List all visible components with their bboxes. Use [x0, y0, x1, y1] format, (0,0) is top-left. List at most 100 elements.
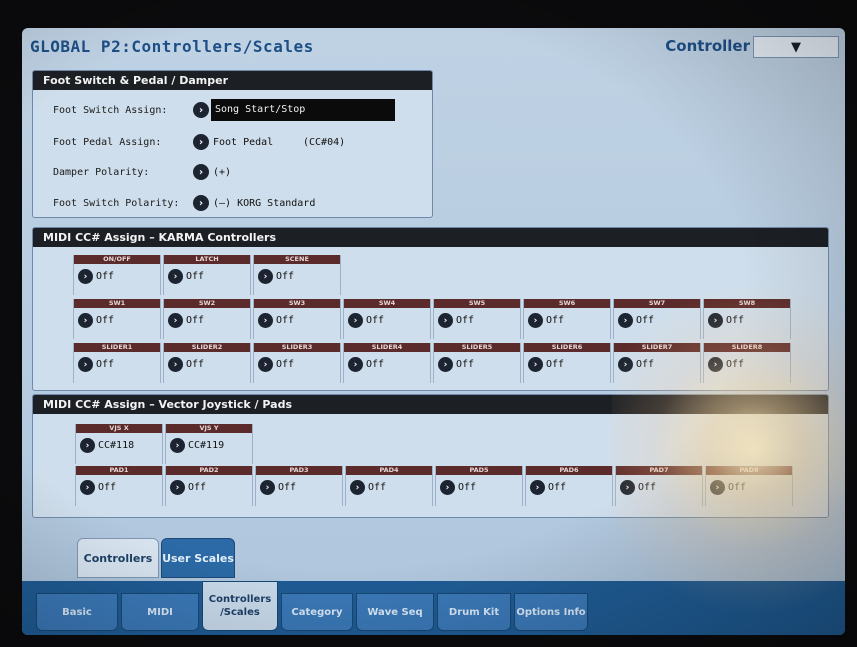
tab-options-info[interactable]: Options Info [514, 593, 588, 631]
arrow-right-icon: › [193, 195, 209, 211]
cell-label: VJS X [76, 424, 162, 433]
vector-cell-pad4[interactable]: PAD4 › Off [345, 466, 433, 506]
karma-cell-sw7[interactable]: SW7 › Off [613, 299, 701, 339]
cell-label: SCENE [254, 255, 340, 264]
mode-select[interactable]: ▼ [753, 36, 839, 58]
cell-label: SW5 [434, 299, 520, 308]
tab-midi[interactable]: MIDI [121, 593, 199, 631]
vector-panel: MIDI CC# Assign – Vector Joystick / Pads… [32, 394, 829, 518]
cell-value: Off [546, 359, 565, 370]
tab-basic[interactable]: Basic [36, 593, 118, 631]
vector-cell-pad6[interactable]: PAD6 › Off [525, 466, 613, 506]
cell-value: CC#119 [188, 440, 225, 451]
karma-cell-slider6[interactable]: SLIDER6 › Off [523, 343, 611, 383]
foot-switch-panel: Foot Switch & Pedal / Damper Foot Switch… [32, 70, 433, 218]
vector-cell-vjs-x[interactable]: VJS X › CC#118 [75, 424, 163, 464]
vector-cell-pad5[interactable]: PAD5 › Off [435, 466, 523, 506]
arrow-right-icon: › [258, 313, 273, 328]
cell-label: LATCH [164, 255, 250, 264]
arrow-right-icon: › [168, 269, 183, 284]
cell-label: SW3 [254, 299, 340, 308]
cell-label: SLIDER3 [254, 343, 340, 352]
vector-cell-pad7[interactable]: PAD7 › Off [615, 466, 703, 506]
karma-cell-sw5[interactable]: SW5 › Off [433, 299, 521, 339]
row-label: Foot Switch Assign: [53, 104, 168, 116]
karma-cell-sw6[interactable]: SW6 › Off [523, 299, 611, 339]
karma-cell-slider8[interactable]: SLIDER8 › Off [703, 343, 791, 383]
row-label: Foot Pedal Assign: [53, 136, 162, 148]
tab-wave-seq[interactable]: Wave Seq [356, 593, 434, 631]
cell-label: SLIDER4 [344, 343, 430, 352]
karma-cell-scene[interactable]: SCENE › Off [253, 255, 341, 295]
row-value: Song Start/Stop [211, 99, 395, 121]
cell-label: PAD1 [76, 466, 162, 475]
arrow-right-icon: › [618, 357, 633, 372]
tab-user-scales[interactable]: User Scales [161, 538, 235, 578]
cell-value: Off [366, 315, 385, 326]
cell-value: Off [456, 315, 475, 326]
vector-cell-pad3[interactable]: PAD3 › Off [255, 466, 343, 506]
tab-category[interactable]: Category [281, 593, 353, 631]
cell-label: PAD3 [256, 466, 342, 475]
arrow-right-icon: › [80, 438, 95, 453]
cc-note: (CC#04) [303, 136, 346, 148]
foot-switch-polarity-select[interactable]: › (–) KORG Standard [193, 195, 315, 211]
cell-value: Off [456, 359, 475, 370]
cell-label: SLIDER7 [614, 343, 700, 352]
arrow-right-icon: › [618, 313, 633, 328]
vector-cell-pad8[interactable]: PAD8 › Off [705, 466, 793, 506]
karma-cell-slider5[interactable]: SLIDER5 › Off [433, 343, 521, 383]
arrow-right-icon: › [708, 313, 723, 328]
arrow-right-icon: › [528, 313, 543, 328]
cell-label: PAD5 [436, 466, 522, 475]
karma-cell-sw4[interactable]: SW4 › Off [343, 299, 431, 339]
karma-cell-slider4[interactable]: SLIDER4 › Off [343, 343, 431, 383]
tab-drum-kit[interactable]: Drum Kit [437, 593, 511, 631]
arrow-right-icon: › [438, 357, 453, 372]
cell-value: Off [368, 482, 387, 493]
arrow-right-icon: › [168, 357, 183, 372]
cell-label: SLIDER1 [74, 343, 160, 352]
karma-cell-slider1[interactable]: SLIDER1 › Off [73, 343, 161, 383]
karma-cell-sw1[interactable]: SW1 › Off [73, 299, 161, 339]
karma-cell-on-off[interactable]: ON/OFF › Off [73, 255, 161, 295]
karma-cell-sw2[interactable]: SW2 › Off [163, 299, 251, 339]
row-value: (+) [213, 166, 232, 178]
cell-value: Off [726, 359, 745, 370]
arrow-right-icon: › [78, 313, 93, 328]
arrow-right-icon: › [193, 164, 209, 180]
cell-label: SW7 [614, 299, 700, 308]
damper-polarity-select[interactable]: › (+) [193, 164, 231, 180]
arrow-right-icon: › [258, 357, 273, 372]
arrow-right-icon: › [528, 357, 543, 372]
cell-label: PAD2 [166, 466, 252, 475]
foot-switch-assign-select[interactable]: › Song Start/Stop [193, 99, 395, 121]
tab-controllers-scales[interactable]: Controllers /Scales [202, 581, 278, 631]
karma-cell-slider3[interactable]: SLIDER3 › Off [253, 343, 341, 383]
karma-cell-sw8[interactable]: SW8 › Off [703, 299, 791, 339]
arrow-right-icon: › [350, 480, 365, 495]
cell-value: CC#118 [98, 440, 135, 451]
arrow-right-icon: › [193, 134, 209, 150]
karma-cell-latch[interactable]: LATCH › Off [163, 255, 251, 295]
arrow-right-icon: › [530, 480, 545, 495]
vector-cell-pad2[interactable]: PAD2 › Off [165, 466, 253, 506]
foot-pedal-assign-select[interactable]: › Foot Pedal [193, 134, 273, 150]
chevron-down-icon: ▼ [791, 39, 801, 55]
cell-label: SLIDER2 [164, 343, 250, 352]
cell-value: Off [546, 315, 565, 326]
karma-cell-slider2[interactable]: SLIDER2 › Off [163, 343, 251, 383]
vector-cell-pad1[interactable]: PAD1 › Off [75, 466, 163, 506]
cell-value: Off [636, 315, 655, 326]
foot-pedal-assign-row: Foot Pedal Assign: › Foot Pedal (CC#04) [33, 131, 432, 153]
panel-title: MIDI CC# Assign – KARMA Controllers [33, 228, 828, 247]
tab-controllers[interactable]: Controllers [77, 538, 159, 578]
karma-cell-sw3[interactable]: SW3 › Off [253, 299, 341, 339]
karma-cell-slider7[interactable]: SLIDER7 › Off [613, 343, 701, 383]
cell-value: Off [188, 482, 207, 493]
arrow-right-icon: › [78, 357, 93, 372]
cell-value: Off [276, 359, 295, 370]
vector-cell-vjs-y[interactable]: VJS Y › CC#119 [165, 424, 253, 464]
cell-value: Off [726, 315, 745, 326]
karma-panel: MIDI CC# Assign – KARMA Controllers ON/O… [32, 227, 829, 391]
